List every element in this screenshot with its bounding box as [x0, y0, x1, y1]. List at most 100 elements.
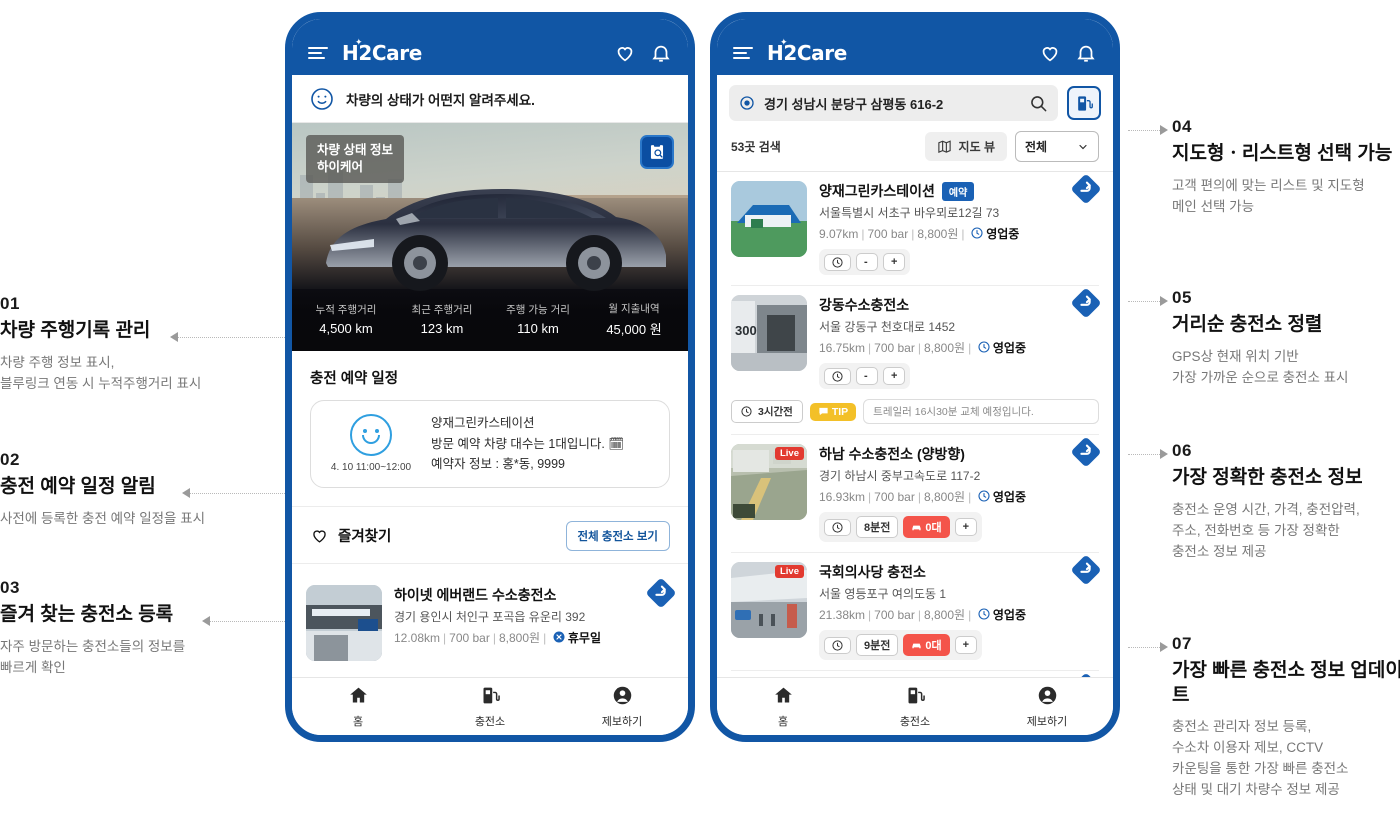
station-tag: 예약 — [941, 181, 975, 201]
live-badge: Live — [774, 565, 804, 578]
reservation-card[interactable]: 4. 10 11:00~12:00 양재그린카스테이션 방문 예약 차량 대수는… — [310, 400, 670, 488]
navigate-icon[interactable] — [1070, 554, 1102, 586]
heart-outline-icon — [313, 530, 326, 544]
navigate-icon[interactable] — [1070, 436, 1102, 468]
chip-value[interactable]: - — [856, 253, 878, 271]
notice-banner[interactable]: 차량의 상태가 어떤지 알려주세요. — [292, 75, 688, 123]
annotation-number: 05 — [1172, 288, 1192, 307]
navigate-icon[interactable] — [1070, 672, 1102, 677]
annotation-desc-line: 가장 가까운 순으로 충전소 표시 — [1172, 369, 1349, 385]
vehicle-stats-bar: 누적 주행거리 4,500 km 최근 주행거리 123 km 주행 가능 거리… — [292, 289, 688, 351]
station-info: 하남 수소충전소 (양방향) 경기 하남시 중부고속도로 117-2 16.93… — [819, 444, 1099, 542]
chip-add[interactable]: + — [954, 636, 978, 654]
annotation-desc-line: GPS상 현재 위치 기반 — [1172, 348, 1299, 364]
favorite-station-row[interactable]: 하이넷 에버랜드 수소충전소 경기 용인시 처인구 포곡읍 유운리 392 12… — [306, 576, 677, 671]
station-chips[interactable]: 9분전 0대 + — [819, 630, 983, 660]
chip-clock[interactable] — [824, 518, 851, 536]
annotation-06: 06 가장 정확한 충전소 정보 충전소 운영 시간, 가격, 충전압력, 주소… — [1172, 441, 1400, 562]
nav-item-report[interactable]: 제보하기 — [981, 685, 1113, 729]
phone-mockup-station-list: ✦ H2Care 경기 성남시 분당구 삼평동 616-2 53곳 검색 지도 뷰… — [710, 12, 1120, 742]
vehicle-diagnostic-button[interactable] — [640, 135, 674, 169]
station-price: 8,800원 — [917, 227, 959, 241]
chip-add[interactable]: + — [883, 367, 906, 385]
chip-add[interactable]: + — [954, 518, 978, 536]
leader-arrow-06 — [1160, 449, 1168, 459]
heart-icon[interactable] — [614, 42, 636, 64]
chip-waiting[interactable]: 0대 — [903, 516, 950, 538]
nav-label: 홈 — [352, 715, 364, 728]
nav-item-stations[interactable]: 충전소 — [849, 685, 981, 729]
nav-item-home[interactable]: 홈 — [717, 685, 849, 729]
station-photo — [306, 584, 382, 661]
nav-item-report[interactable]: 제보하기 — [556, 685, 688, 729]
chip-clock[interactable] — [824, 367, 851, 385]
annotation-01: 01 차량 주행기록 관리 차량 주행 정보 표시, 블루링크 연동 시 누적주… — [0, 294, 285, 395]
search-input[interactable]: 경기 성남시 분당구 삼평동 616-2 — [729, 85, 1058, 121]
navigate-icon[interactable] — [645, 577, 677, 609]
station-chips[interactable]: - + — [819, 363, 911, 389]
app-logo[interactable]: ✦ H2Care — [342, 38, 422, 65]
chip-waiting[interactable]: 0대 — [903, 634, 950, 656]
app-logo[interactable]: ✦ H2Care — [767, 38, 847, 65]
station-list-item[interactable]: 300 강동수소충전소 서울 강동구 천호대로 1452 16.75km | 700… — [731, 286, 1102, 399]
bottom-navigation: 홈 충전소 제보하기 — [717, 677, 1113, 735]
station-name: 국회의사당 충전소 — [819, 564, 926, 580]
station-pressure: 700 bar — [867, 227, 909, 241]
station-thumbnail: Live — [731, 444, 807, 520]
station-list-item[interactable]: Live 국회의사당 충전소 서울 영등포구 여의도동 1 21.38km | 70… — [731, 553, 1102, 671]
bell-icon[interactable] — [650, 42, 672, 64]
svg-text:300: 300 — [735, 323, 757, 338]
station-distance: 16.93km — [819, 490, 866, 504]
app-header: ✦ H2Care — [717, 31, 1113, 75]
annotation-desc-line: 블루링크 연동 시 누적주행거리 표시 — [0, 375, 202, 391]
station-meta: 12.08km | 700 bar | 8,800원 | 휴무일 — [394, 630, 601, 645]
reservation-date: 4. 10 11:00~12:00 — [330, 462, 412, 474]
chip-add[interactable]: + — [883, 253, 906, 271]
station-filter-button[interactable] — [1067, 86, 1101, 120]
menu-icon[interactable] — [733, 47, 753, 59]
station-chips[interactable]: 8분전 0대 + — [819, 512, 983, 542]
clock-icon — [741, 406, 752, 417]
chip-value[interactable]: - — [856, 367, 878, 385]
nav-item-home[interactable]: 홈 — [292, 685, 424, 729]
reservation-line3: 예약자 정보 : 홍*동, 9999 — [431, 457, 566, 472]
clipboard-search-icon — [649, 142, 665, 161]
navigate-icon[interactable] — [1070, 287, 1102, 319]
menu-icon[interactable] — [308, 47, 328, 59]
annotation-desc-line: 충전소 운영 시간, 가격, 충전압력, — [1172, 501, 1360, 517]
car-icon — [912, 643, 921, 648]
station-list-item[interactable]: 하이넷 화성동탄 충전소 경기 화성시 방교동 795 25.54km|700 … — [731, 671, 1102, 677]
favorites-header: 즐겨찾기 전체 충전소 보기 — [292, 505, 688, 563]
reservation-left: 4. 10 11:00~12:00 — [325, 414, 417, 473]
station-price: 8,800원 — [923, 341, 966, 355]
map-view-label: 지도 뷰 — [958, 140, 995, 154]
car-icon — [912, 525, 921, 530]
map-view-toggle[interactable]: 지도 뷰 — [924, 132, 1007, 161]
category-select[interactable]: 전체 — [1015, 131, 1099, 162]
nav-item-stations[interactable]: 충전소 — [424, 685, 556, 729]
station-meta: 9.07km | 700 bar | 8,800원 | 영업중 — [819, 227, 1020, 241]
station-list-item[interactable]: 양재그린카스테이션 예약 서울특별시 서초구 바우뫼로12길 73 9.07km |… — [731, 172, 1102, 286]
clock-icon — [977, 608, 990, 620]
station-chips[interactable]: - + — [819, 249, 911, 275]
navigate-icon[interactable] — [1070, 173, 1102, 205]
station-list-item[interactable]: Live 하남 수소충전소 (양방향) 경기 하남시 중부고속도로 117-2 … — [731, 435, 1102, 553]
annotation-title: 충전 예약 일정 알림 — [0, 476, 156, 497]
station-info: 양재그린카스테이션 예약 서울특별시 서초구 바우뫼로12길 73 9.07km |… — [819, 181, 1099, 275]
clock-icon — [977, 490, 990, 502]
chip-updated[interactable]: 8분전 — [856, 516, 899, 538]
heart-icon[interactable] — [1039, 42, 1061, 64]
filter-bar: 53곳 검색 지도 뷰 전체 — [717, 131, 1113, 171]
station-list[interactable]: 양재그린카스테이션 예약 서울특별시 서초구 바우뫼로12길 73 9.07km |… — [717, 171, 1113, 677]
stat-label: 최근 주행거리 — [411, 304, 473, 316]
stat-item: 최근 주행거리 123 km — [394, 302, 490, 338]
bell-icon[interactable] — [1075, 42, 1097, 64]
annotation-02: 02 충전 예약 일정 알림 사전에 등록한 충전 예약 일정을 표시 — [0, 450, 285, 530]
view-all-stations-button[interactable]: 전체 충전소 보기 — [565, 520, 670, 551]
station-distance: 12.08km — [394, 630, 441, 645]
search-icon[interactable] — [1029, 94, 1048, 113]
chip-clock[interactable] — [824, 636, 851, 654]
chip-updated[interactable]: 9분전 — [856, 634, 899, 656]
stat-value: 4,500 km — [319, 321, 373, 336]
chip-clock[interactable] — [824, 253, 851, 271]
